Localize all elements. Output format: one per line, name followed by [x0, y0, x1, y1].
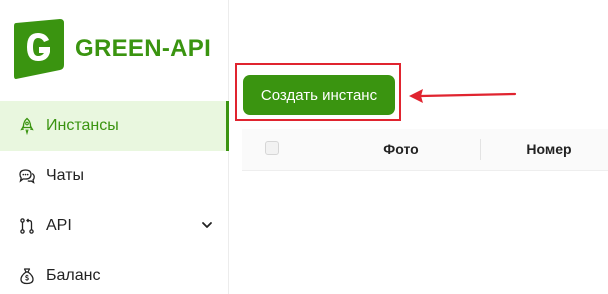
- create-instance-button[interactable]: Создать инстанс: [243, 75, 395, 115]
- instances-table-header: Фото Номер: [242, 129, 608, 171]
- api-branch-icon: [18, 217, 36, 235]
- column-divider: [480, 139, 481, 160]
- sidebar-item-label: Баланс: [46, 267, 101, 284]
- chevron-down-icon[interactable]: [200, 218, 214, 232]
- app-root: GREEN-API Инстансы Чаты API Баланс Созда…: [0, 0, 608, 294]
- sidebar-item-instances[interactable]: Инстансы: [0, 101, 229, 151]
- green-api-g-logo-icon: [14, 19, 64, 79]
- sidebar-item-chats[interactable]: Чаты: [0, 151, 228, 201]
- main-content: Создать инстанс Фото Номер: [229, 0, 608, 294]
- sidebar-item-balance[interactable]: Баланс: [0, 251, 228, 294]
- column-header-photo[interactable]: Фото: [326, 129, 476, 170]
- sidebar-nav: Инстансы Чаты API Баланс: [0, 101, 229, 294]
- sidebar-item-label: API: [46, 217, 72, 234]
- chat-bubbles-icon: [18, 167, 36, 185]
- sidebar-item-api[interactable]: API: [0, 201, 228, 251]
- select-all-checkbox[interactable]: [265, 141, 279, 155]
- money-bag-icon: [18, 267, 36, 285]
- rocket-icon: [18, 117, 36, 135]
- annotation-arrow-icon: [409, 89, 517, 103]
- column-header-number[interactable]: Номер: [489, 129, 608, 170]
- sidebar-item-label: Чаты: [46, 167, 85, 184]
- sidebar: GREEN-API Инстансы Чаты API Баланс: [0, 0, 229, 294]
- brand-name: GREEN-API: [75, 35, 212, 62]
- brand-logo[interactable]: GREEN-API: [14, 19, 211, 79]
- sidebar-item-label: Инстансы: [46, 117, 119, 134]
